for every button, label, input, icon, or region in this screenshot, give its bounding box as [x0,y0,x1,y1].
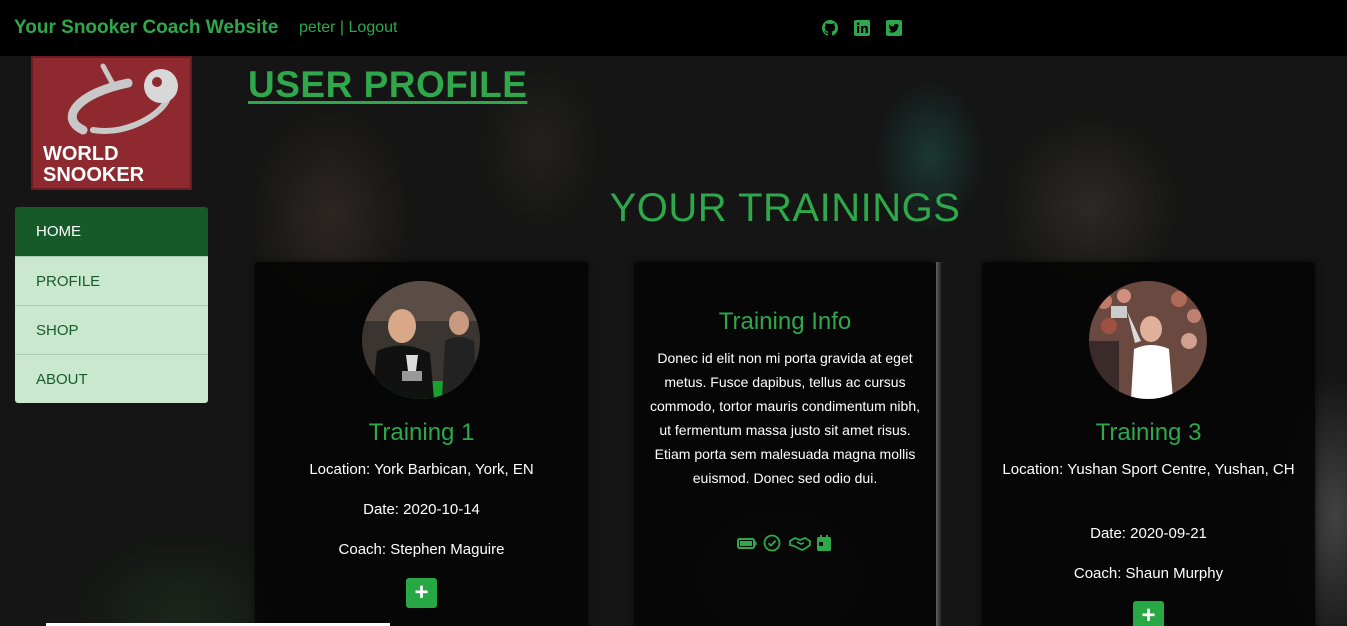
sidebar-item-about[interactable]: ABOUT [15,354,208,403]
battery-icon [737,534,757,552]
handshake-icon [789,534,811,552]
page-title: USER PROFILE [248,64,528,105]
world-snooker-logo: WORLD SNOOKER [31,56,192,190]
sidebar-item-shop[interactable]: SHOP [15,305,208,354]
card-title: Training Info [718,308,852,335]
twitter-icon[interactable] [886,20,902,36]
training-date: Date: 2020-09-21 [1090,525,1207,542]
card-title: Training 3 [1095,419,1202,446]
calendar-icon [815,534,833,552]
training-card-1: Training 1 Location: York Barbican, York… [255,262,588,626]
training-coach: Coach: Shaun Murphy [1073,565,1224,582]
logo-text-line2: SNOOKER [43,164,145,186]
add-training-button[interactable]: + [1133,601,1164,626]
username: peter [299,19,336,36]
add-training-button[interactable]: + [406,578,437,608]
logo-text-line1: WORLD [43,143,119,165]
info-icons [634,534,936,552]
logout-link[interactable]: Logout [349,19,398,36]
coach-photo [1089,281,1207,399]
user-area: peter | Logout [299,19,397,37]
section-title: YOUR TRAININGS [609,186,961,230]
check-circle-icon [763,534,781,552]
coach-photo [362,281,480,399]
brand-title[interactable]: Your Snooker Coach Website [14,17,278,39]
separator: | [335,19,349,36]
sidebar-item-home[interactable]: HOME [15,207,208,256]
logo-swoosh-icon [67,63,178,135]
training-location: Location: Yushan Sport Centre, Yushan, C… [1002,461,1295,478]
social-links [822,20,902,36]
training-location: Location: York Barbican, York, EN [309,461,534,478]
github-icon[interactable] [822,20,838,36]
sidebar-menu: HOME PROFILE SHOP ABOUT [15,207,208,403]
top-navbar: Your Snooker Coach Website peter | Logou… [0,0,1347,56]
card-title: Training 1 [368,419,475,446]
sidebar-item-profile[interactable]: PROFILE [15,256,208,305]
logo-text: WORLD SNOOKER [43,144,183,186]
training-coach: Coach: Stephen Maguire [338,541,505,558]
linkedin-icon[interactable] [854,20,870,36]
training-date: Date: 2020-10-14 [363,501,480,518]
training-info-text: Donec id elit non mi porta gravida at eg… [650,350,920,486]
training-card-3: Training 3 Location: Yushan Sport Centre… [982,262,1315,626]
training-info-card: Training Info Donec id elit non mi porta… [634,262,942,626]
